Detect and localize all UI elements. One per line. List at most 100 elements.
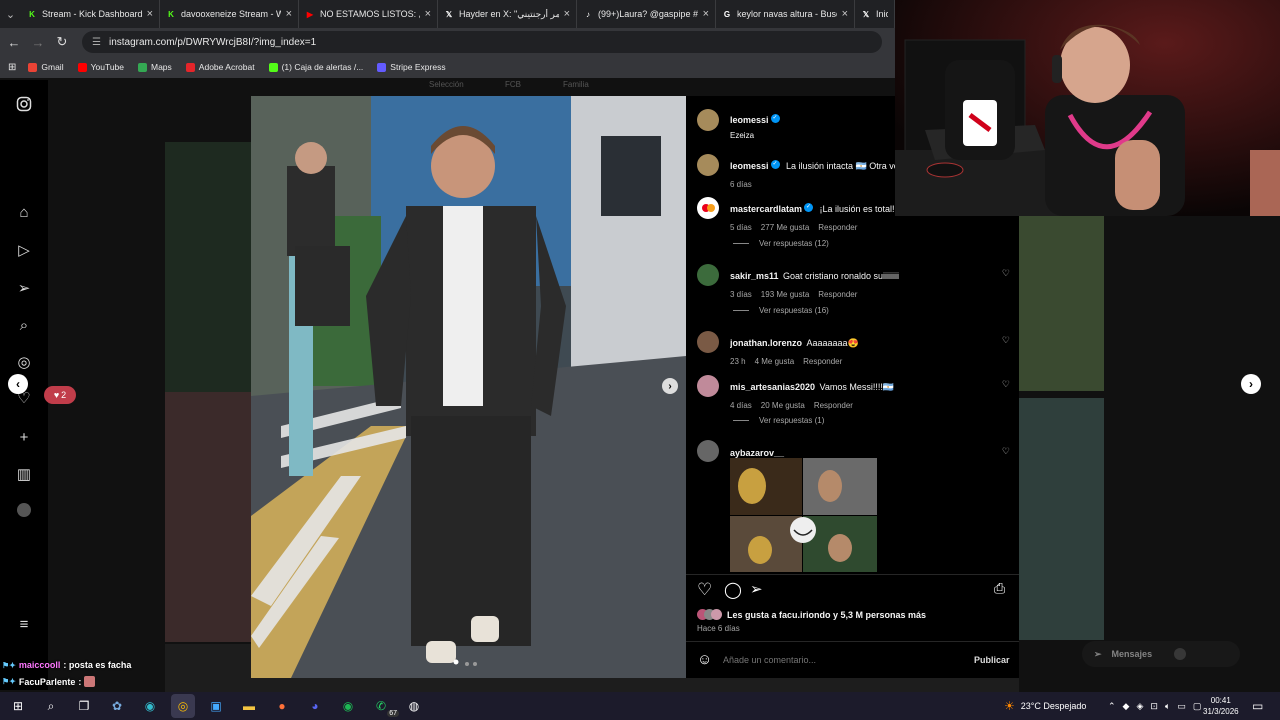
network-icon[interactable]: ⊡: [1150, 701, 1158, 712]
comment-username[interactable]: mastercardlatam: [730, 204, 802, 214]
browser-tab[interactable]: Kdavooxeneize Stream - W ×: [160, 0, 299, 28]
close-tab-icon[interactable]: ×: [147, 8, 153, 20]
comment-likes[interactable]: 4 Me gusta: [755, 357, 795, 366]
store-icon[interactable]: ▣: [204, 694, 228, 718]
next-post-arrow-icon[interactable]: ›: [1241, 374, 1261, 394]
publish-button[interactable]: Publicar: [974, 655, 1010, 665]
tray-app-icon[interactable]: ◈: [1136, 701, 1143, 712]
view-replies-button[interactable]: Ver respuestas (1): [733, 415, 824, 425]
close-tab-icon[interactable]: ×: [703, 8, 709, 20]
like-comment-heart-icon[interactable]: ♡: [1002, 268, 1010, 279]
share-send-icon[interactable]: ➢: [750, 580, 763, 598]
clock[interactable]: 00:41 31/3/2026: [1203, 692, 1239, 720]
browser-tab[interactable]: ▶ NO ESTAMOS LISTOS: ¿Pu ×: [299, 0, 438, 28]
bookmark-item[interactable]: Stripe Express: [377, 62, 446, 72]
dashboard-icon[interactable]: ▥: [14, 464, 34, 484]
comment-username[interactable]: aybazarov__: [730, 448, 784, 458]
view-replies-button[interactable]: Ver respuestas (16): [733, 305, 829, 315]
copilot-icon[interactable]: ✿: [105, 694, 129, 718]
site-info-icon[interactable]: ☰: [92, 37, 101, 48]
direct-send-icon[interactable]: ➢: [14, 278, 34, 298]
comment-avatar[interactable]: [697, 264, 719, 286]
file-explorer-icon[interactable]: ▬: [237, 694, 261, 718]
bookmark-item[interactable]: Adobe Acrobat: [185, 62, 255, 72]
browser-tab[interactable]: K Stream - Kick Dashboard ×: [21, 0, 160, 28]
bookmark-item[interactable]: (1) Caja de alertas /...: [268, 62, 363, 72]
profile-avatar-icon[interactable]: [14, 500, 34, 520]
emoji-picker-icon[interactable]: ☺: [697, 651, 712, 668]
close-tab-icon[interactable]: ×: [842, 8, 848, 20]
instagram-logo-icon[interactable]: [14, 94, 34, 114]
home-icon[interactable]: ⌂: [14, 202, 34, 222]
browser-tab[interactable]: 𝕏 Inici: [855, 0, 895, 28]
search-icon[interactable]: ⌕: [39, 694, 63, 718]
display-icon[interactable]: ▢: [1193, 701, 1202, 712]
back-icon[interactable]: ←: [2, 30, 26, 54]
obs-recording-icon[interactable]: ◍: [402, 694, 426, 718]
comment-avatar[interactable]: [697, 331, 719, 353]
tray-app-icon[interactable]: ◆: [1123, 701, 1130, 712]
comment-avatar[interactable]: [697, 375, 719, 397]
reply-button[interactable]: Responder: [818, 223, 857, 232]
close-tab-icon[interactable]: ×: [425, 8, 431, 20]
like-comment-heart-icon[interactable]: ♡: [1002, 335, 1010, 346]
chrome-icon[interactable]: ◎: [171, 694, 195, 718]
notifications-icon[interactable]: ▭: [1252, 692, 1263, 720]
reply-button[interactable]: Responder: [814, 401, 853, 410]
whatsapp-icon[interactable]: ✆ 67: [369, 694, 399, 718]
start-windows-icon[interactable]: ⊞: [6, 694, 30, 718]
reply-button[interactable]: Responder: [803, 357, 842, 366]
volume-icon[interactable]: 🔈︎: [1165, 701, 1170, 712]
bookmark-item[interactable]: YouTube: [77, 62, 124, 72]
edge-browser-icon[interactable]: ◉: [138, 694, 162, 718]
browser-tab[interactable]: 𝕏 Hayder en X: "عمر أرجنتيني ×: [438, 0, 577, 28]
comment-input[interactable]: [723, 652, 953, 668]
comment-likes[interactable]: 277 Me gusta: [761, 223, 809, 232]
author-username[interactable]: leomessi: [730, 115, 769, 125]
caption-username[interactable]: leomessi: [730, 161, 769, 171]
weather-widget[interactable]: ☀ 23°C Despejado: [1004, 692, 1086, 720]
url-input[interactable]: ☰ instagram.com/p/DWRYWrcjB8I/?img_index…: [82, 31, 882, 53]
likes-notification-badge[interactable]: ♥ 2: [44, 386, 76, 404]
close-tab-icon[interactable]: ×: [564, 8, 570, 20]
view-replies-button[interactable]: Ver respuestas (12): [733, 238, 829, 248]
comment-bubble-icon[interactable]: ◯: [724, 580, 742, 600]
like-heart-icon[interactable]: ♡: [697, 580, 712, 600]
browser-tab[interactable]: Gkeylor navas altura - Busc ×: [716, 0, 855, 28]
close-tab-icon[interactable]: ×: [286, 8, 292, 20]
discord-icon[interactable]: ◕: [303, 694, 327, 718]
messages-button[interactable]: ➢ Mensajes: [1082, 641, 1240, 667]
tray-chevron-up-icon[interactable]: ⌃: [1108, 701, 1116, 712]
comment-avatar[interactable]: [697, 197, 719, 219]
comment-username[interactable]: jonathan.lorenzo: [730, 338, 802, 348]
comment-avatar[interactable]: [697, 440, 719, 462]
more-menu-icon[interactable]: ≡: [14, 614, 34, 634]
bookmark-item[interactable]: Gmail: [28, 62, 64, 72]
caption-avatar[interactable]: [697, 154, 719, 176]
photo-next-arrow-icon[interactable]: ›: [662, 378, 678, 394]
reply-button[interactable]: Responder: [818, 290, 857, 299]
save-bookmark-icon[interactable]: ⎙: [994, 580, 1005, 597]
bookmark-item[interactable]: Maps: [138, 62, 172, 72]
explore-icon[interactable]: ◎: [14, 352, 34, 372]
create-plus-icon[interactable]: +: [14, 427, 34, 447]
apps-grid-icon[interactable]: ⊞: [8, 62, 16, 73]
reels-icon[interactable]: ▷: [14, 240, 34, 260]
comment-likes[interactable]: 20 Me gusta: [761, 401, 805, 410]
search-icon[interactable]: ⌕: [14, 315, 34, 335]
comment-meme-image[interactable]: [730, 458, 877, 572]
task-view-icon[interactable]: ❐: [72, 694, 96, 718]
comment-username[interactable]: mis_artesanias2020: [730, 382, 815, 392]
likes-summary[interactable]: Les gusta a facu.iriondo y 5,3 M persona…: [697, 609, 926, 620]
forward-icon[interactable]: →: [26, 30, 50, 54]
battery-icon[interactable]: ▭: [1177, 701, 1186, 712]
reload-icon[interactable]: ↻: [50, 30, 74, 54]
tab-search-icon[interactable]: ⌄: [4, 3, 17, 25]
spotify-icon[interactable]: ◉: [336, 694, 360, 718]
like-comment-heart-icon[interactable]: ♡: [1002, 446, 1010, 457]
like-comment-heart-icon[interactable]: ♡: [1002, 379, 1010, 390]
post-location[interactable]: Ezeiza: [730, 131, 782, 140]
previous-post-arrow-icon[interactable]: ‹: [8, 374, 28, 394]
firefox-icon[interactable]: ●: [270, 694, 294, 718]
comment-username[interactable]: sakir_ms11: [730, 271, 779, 281]
